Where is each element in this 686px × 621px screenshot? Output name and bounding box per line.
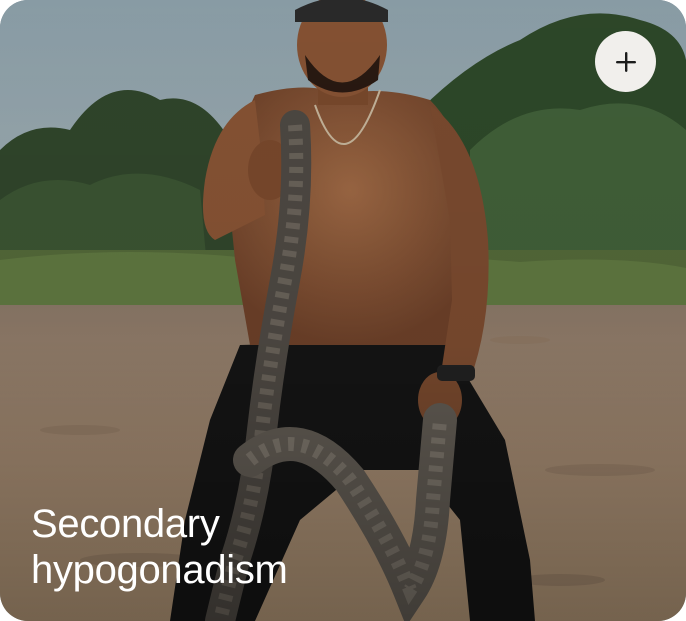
plus-icon [615,51,636,72]
card-title-line-1: Secondary [31,502,220,546]
add-button[interactable] [595,31,656,92]
condition-card[interactable]: Secondary hypogonadism [0,0,686,621]
card-title-line-2: hypogonadism [31,548,288,592]
card-title: Secondary hypogonadism [31,501,431,593]
